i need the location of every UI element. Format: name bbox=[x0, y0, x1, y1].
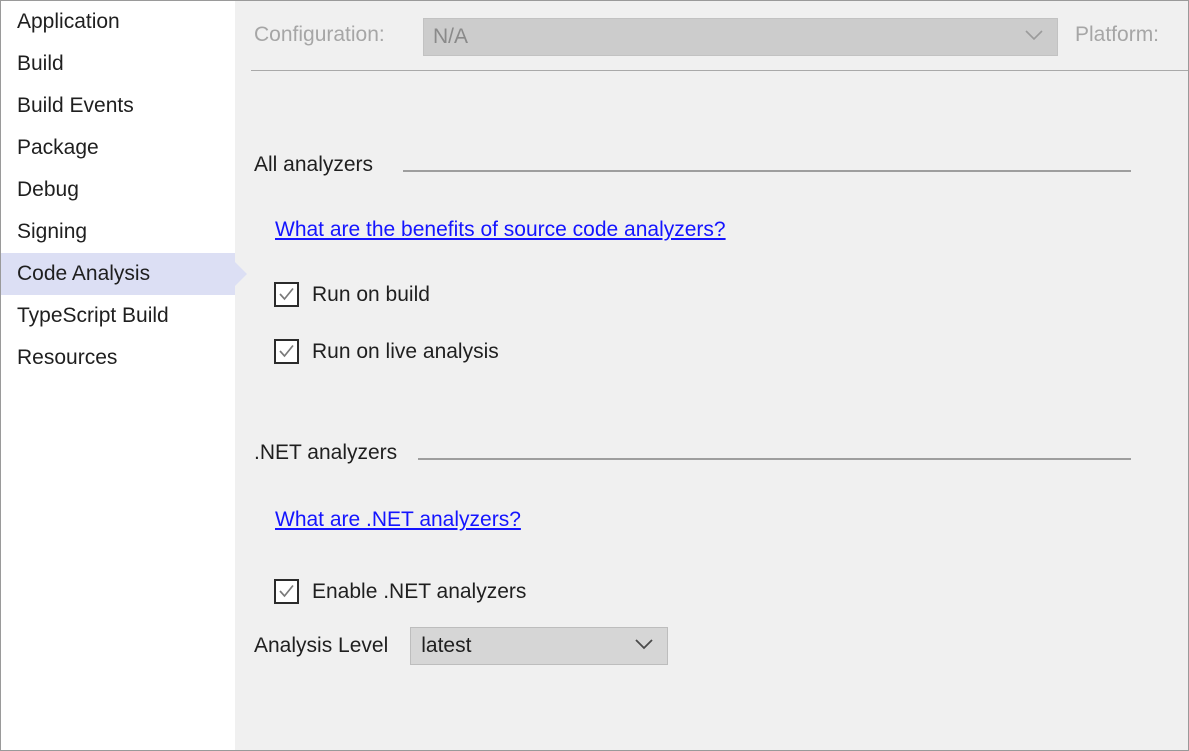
checkbox-label: Run on build bbox=[312, 283, 430, 307]
chevron-down-icon bbox=[635, 637, 653, 655]
sidebar-item-label: Application bbox=[17, 10, 120, 33]
group-title: All analyzers bbox=[254, 153, 383, 177]
sidebar-item-label: Build Events bbox=[17, 94, 134, 117]
sidebar-item-signing[interactable]: Signing bbox=[1, 211, 235, 253]
sidebar-item-label: Resources bbox=[17, 346, 117, 369]
group-net-analyzers: .NET analyzers What are .NET analyzers? … bbox=[235, 441, 1188, 471]
configuration-dropdown-value: N/A bbox=[433, 25, 468, 49]
sidebar-item-label: Code Analysis bbox=[17, 262, 150, 285]
selection-pointer-icon bbox=[235, 262, 247, 286]
configuration-divider bbox=[251, 70, 1188, 71]
sidebar-item-label: Package bbox=[17, 136, 99, 159]
group-rule bbox=[403, 170, 1131, 172]
link-benefits-of-source-code-analyzers[interactable]: What are the benefits of source code ana… bbox=[275, 218, 726, 242]
checkbox-row-run-on-build[interactable]: Run on build bbox=[274, 282, 430, 307]
group-all-analyzers: All analyzers What are the benefits of s… bbox=[235, 153, 1188, 183]
analysis-level-label: Analysis Level bbox=[254, 634, 388, 658]
platform-label: Platform: bbox=[1075, 23, 1159, 47]
sidebar-item-build-events[interactable]: Build Events bbox=[1, 85, 235, 127]
group-header-net-analyzers: .NET analyzers bbox=[235, 441, 1188, 471]
sidebar-item-build[interactable]: Build bbox=[1, 43, 235, 85]
sidebar-item-debug[interactable]: Debug bbox=[1, 169, 235, 211]
sidebar-item-label: Debug bbox=[17, 178, 79, 201]
sidebar-item-typescript-build[interactable]: TypeScript Build bbox=[1, 295, 235, 337]
link-what-are-net-analyzers[interactable]: What are .NET analyzers? bbox=[275, 508, 521, 532]
sidebar-item-label: Signing bbox=[17, 220, 87, 243]
sidebar-item-application[interactable]: Application bbox=[1, 1, 235, 43]
configuration-bar: Configuration: N/A Platform: bbox=[235, 1, 1188, 71]
analysis-level-row: Analysis Level latest bbox=[254, 627, 668, 665]
checkbox-row-enable-net-analyzers[interactable]: Enable .NET analyzers bbox=[274, 579, 526, 604]
checkbox-row-run-on-live-analysis[interactable]: Run on live analysis bbox=[274, 339, 499, 364]
checkbox-label: Run on live analysis bbox=[312, 340, 499, 364]
checkbox-enable-net-analyzers[interactable] bbox=[274, 579, 299, 604]
sidebar-item-package[interactable]: Package bbox=[1, 127, 235, 169]
chevron-down-icon bbox=[1025, 28, 1043, 46]
properties-main-panel: Configuration: N/A Platform: All analyze… bbox=[235, 1, 1188, 750]
analysis-level-dropdown-value: latest bbox=[421, 634, 471, 658]
configuration-dropdown[interactable]: N/A bbox=[423, 18, 1058, 56]
checkbox-run-on-live-analysis[interactable] bbox=[274, 339, 299, 364]
sidebar-item-code-analysis[interactable]: Code Analysis bbox=[1, 253, 235, 295]
sidebar-item-resources[interactable]: Resources bbox=[1, 337, 235, 379]
group-header-all-analyzers: All analyzers bbox=[235, 153, 1188, 183]
analysis-level-dropdown[interactable]: latest bbox=[410, 627, 668, 665]
checkbox-label: Enable .NET analyzers bbox=[312, 580, 526, 604]
checkbox-run-on-build[interactable] bbox=[274, 282, 299, 307]
configuration-label: Configuration: bbox=[254, 23, 385, 47]
category-sidebar: Application Build Build Events Package D… bbox=[1, 1, 235, 750]
project-properties-window: Application Build Build Events Package D… bbox=[0, 0, 1189, 751]
sidebar-item-label: Build bbox=[17, 52, 64, 75]
group-title: .NET analyzers bbox=[254, 441, 407, 465]
sidebar-item-label: TypeScript Build bbox=[17, 304, 169, 327]
group-rule bbox=[418, 458, 1131, 460]
